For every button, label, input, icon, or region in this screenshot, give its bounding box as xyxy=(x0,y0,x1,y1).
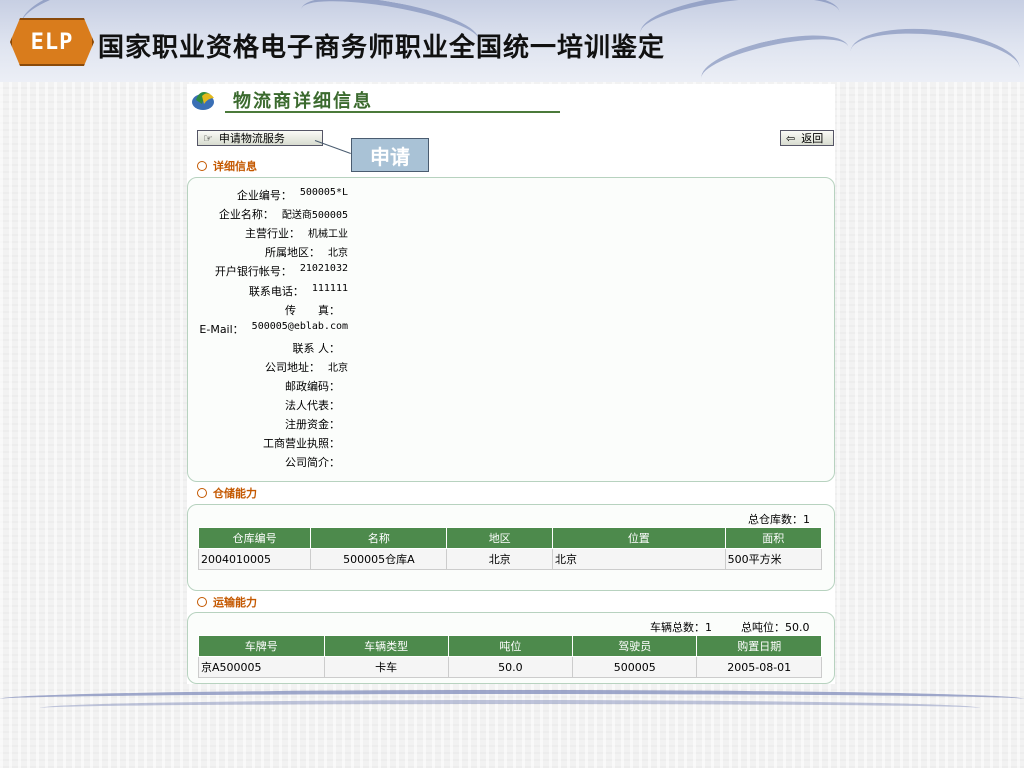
detail-value: 21021032 xyxy=(299,263,348,275)
table-cell: 500平方米 xyxy=(724,548,823,570)
detail-value xyxy=(340,454,348,470)
detail-row: 法人代表： xyxy=(188,397,348,413)
section-warehouse: 仓储能力 xyxy=(197,485,257,501)
detail-row: 注册资金： xyxy=(188,416,348,432)
detail-value: 500005*L xyxy=(299,187,348,198)
detail-value xyxy=(340,340,348,356)
page-title: 物流商详细信息 xyxy=(233,91,373,112)
vehicle-total: 车辆总数：1 xyxy=(650,621,712,634)
apply-icon: ☞ xyxy=(203,131,213,145)
section-transport-title: 运输能力 xyxy=(213,596,257,609)
warehouse-table: 仓库编号 名称 地区 位置 面积 2004010005 500005仓库A 北京 北京 500平… xyxy=(197,527,823,570)
return-label: 返回 xyxy=(801,132,824,145)
warehouse-box: 总仓库数：1 仓库编号 名称 地区 位置 面积 2004010005 500005仓库A 北… xyxy=(187,504,835,591)
detail-row: 主营行业： 机械工业 xyxy=(188,225,348,241)
detail-label: 工商营业执照： xyxy=(263,437,340,451)
section-bullet-icon xyxy=(197,161,207,171)
transport-table: 车牌号 车辆类型 吨位 驾驶员 购置日期 京A500005 卡车 50.0 500005 200… xyxy=(198,635,822,678)
detail-label: 公司简介： xyxy=(285,456,340,470)
detail-value xyxy=(340,397,348,413)
detail-label: 联系 人： xyxy=(292,341,341,355)
apply-logistics-button[interactable]: ☞ 申请物流服务 xyxy=(197,130,323,146)
table-cell: 50.0 xyxy=(447,656,574,678)
details-box: 企业编号： 500005*L 企业名称： 配送商500005 主营行业： 机械工业所属地区… xyxy=(187,177,835,482)
detail-label: 注册资金： xyxy=(285,418,340,432)
detail-label: 公司地址： xyxy=(265,360,320,374)
detail-label: 联系电话： xyxy=(248,284,304,298)
column-header[interactable]: 仓库编号 xyxy=(197,527,312,549)
column-header[interactable]: 车牌号 xyxy=(198,635,325,657)
warehouse-total: 总仓库数：1 xyxy=(748,513,810,526)
detail-label: 所属地区： xyxy=(265,246,320,260)
slide-header: ELP 国家职业资格电子商务师职业全国统一培训鉴定 xyxy=(0,0,1024,82)
logistics-logo-icon xyxy=(192,92,214,110)
detail-label: 企业名称： xyxy=(218,208,274,222)
apply-callout: 申请 xyxy=(351,138,429,172)
detail-row: 所属地区： 北京 xyxy=(188,244,348,260)
table-cell: 500005仓库A xyxy=(310,548,448,570)
detail-value: 111111 xyxy=(311,282,348,294)
column-header[interactable]: 地区 xyxy=(446,527,554,549)
column-header[interactable]: 车辆类型 xyxy=(323,635,449,657)
logistics-detail-panel: 物流商详细信息 ☞ 申请物流服务 ⇦ 返回 详细信息 企业编号： 500005*L… xyxy=(187,84,835,684)
detail-label: E-Mail： xyxy=(199,322,244,336)
apply-logistics-label: 申请物流服务 xyxy=(218,132,285,145)
detail-row: 公司简介： xyxy=(188,454,348,470)
table-row: 2004010005 500005仓库A 北京 北京 500平方米 xyxy=(197,548,823,570)
detail-value: 机械工业 xyxy=(308,229,348,241)
detail-value xyxy=(340,378,348,394)
detail-label: 法人代表： xyxy=(285,399,340,413)
detail-label: 主营行业： xyxy=(245,227,300,241)
detail-label: 传 真： xyxy=(285,303,340,317)
table-cell: 北京 xyxy=(552,548,726,570)
table-cell: 500005 xyxy=(572,656,698,678)
section-details: 详细信息 xyxy=(197,158,257,174)
detail-label: 开户银行帐号： xyxy=(214,265,292,279)
detail-value xyxy=(340,435,348,451)
column-header[interactable]: 面积 xyxy=(724,527,823,549)
detail-value: 北京 xyxy=(328,248,348,260)
elp-logo: ELP xyxy=(10,18,94,66)
decorative-wave xyxy=(40,700,980,716)
table-cell: 2004010005 xyxy=(197,548,312,570)
detail-row: E-Mail： 500005@eblab.com xyxy=(188,321,348,337)
detail-row: 传 真： xyxy=(188,302,348,318)
column-header[interactable]: 位置 xyxy=(552,527,726,549)
title-underline xyxy=(225,111,560,113)
column-header[interactable]: 名称 xyxy=(310,527,448,549)
transport-box: 车辆总数：1 总吨位：50.0 车牌号 车辆类型 吨位 驾驶员 购置日期 京A50000… xyxy=(187,612,835,684)
section-warehouse-title: 仓储能力 xyxy=(213,487,257,500)
detail-value xyxy=(340,416,348,432)
column-header[interactable]: 吨位 xyxy=(447,635,574,657)
detail-row: 开户银行帐号： 21021032 xyxy=(188,263,348,279)
section-bullet-icon xyxy=(197,488,207,498)
column-header[interactable]: 驾驶员 xyxy=(572,635,698,657)
table-cell: 北京 xyxy=(446,548,554,570)
detail-value xyxy=(340,302,348,318)
detail-row: 企业编号： 500005*L xyxy=(188,187,348,203)
detail-row: 联系 人： xyxy=(188,340,348,356)
detail-value: 500005@eblab.com xyxy=(251,320,348,332)
detail-row: 企业名称： 配送商500005 xyxy=(188,206,348,222)
detail-label: 企业编号： xyxy=(236,189,292,202)
detail-row: 联系电话： 111111 xyxy=(188,283,348,299)
detail-label: 邮政编码： xyxy=(285,380,340,393)
detail-value: 配送商500005 xyxy=(281,210,348,222)
return-button[interactable]: ⇦ 返回 xyxy=(780,130,834,146)
section-details-title: 详细信息 xyxy=(213,160,257,173)
detail-value: 北京 xyxy=(328,362,348,374)
column-header[interactable]: 购置日期 xyxy=(696,635,822,657)
slide-title: 国家职业资格电子商务师职业全国统一培训鉴定 xyxy=(98,33,666,63)
return-icon: ⇦ xyxy=(786,131,796,145)
detail-row: 工商营业执照： xyxy=(188,435,348,451)
section-bullet-icon xyxy=(197,597,207,607)
section-transport: 运输能力 xyxy=(197,594,257,610)
table-cell: 卡车 xyxy=(323,656,449,678)
table-cell: 京A500005 xyxy=(198,656,325,678)
detail-row: 邮政编码： xyxy=(188,378,348,394)
detail-row: 公司地址： 北京 xyxy=(188,359,348,375)
table-cell: 2005-08-01 xyxy=(696,656,822,678)
table-row: 京A500005 卡车 50.0 500005 2005-08-01 xyxy=(198,656,822,678)
tonnage-total: 总吨位：50.0 xyxy=(741,621,810,634)
